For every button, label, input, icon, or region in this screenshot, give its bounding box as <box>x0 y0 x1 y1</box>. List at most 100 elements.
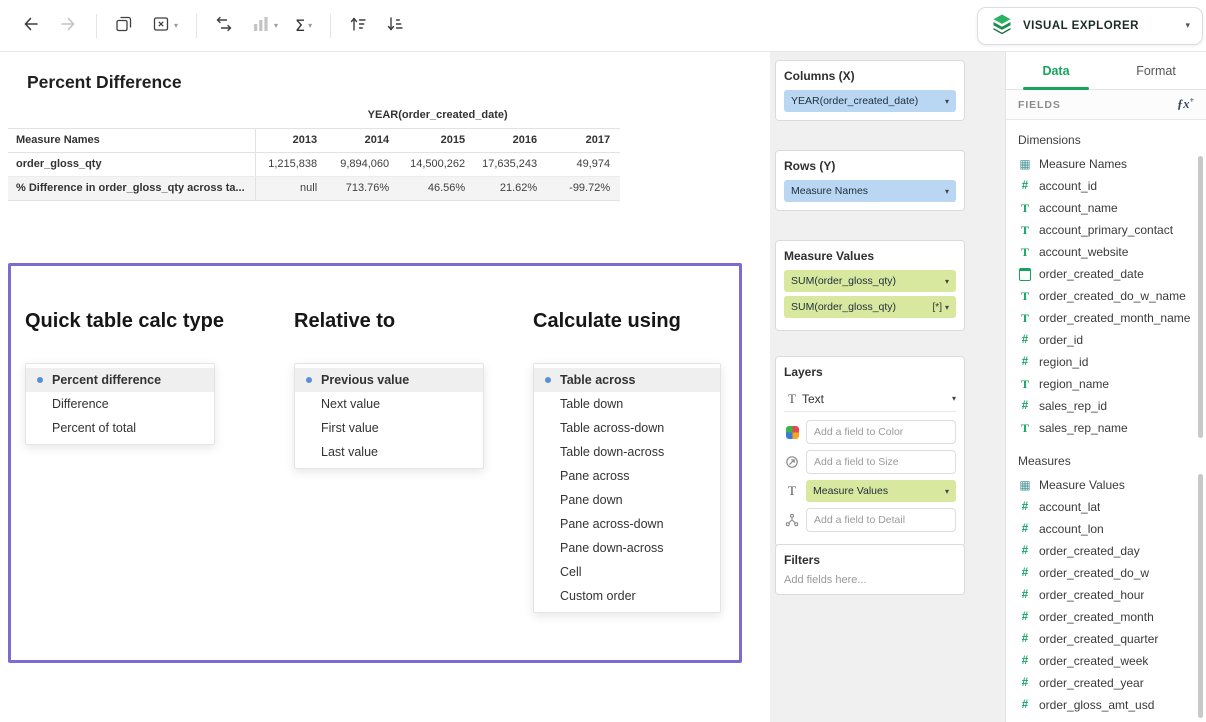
field-name: order_id <box>1039 333 1083 347</box>
size-field-input[interactable] <box>806 450 956 474</box>
menu-item-label: First value <box>321 421 379 435</box>
field-item[interactable]: Measure Values <box>1006 474 1206 496</box>
visual-explorer-button[interactable]: VISUAL EXPLORER ▾ <box>977 7 1203 45</box>
measures-scrollbar-thumb[interactable] <box>1198 474 1203 718</box>
color-field-input[interactable] <box>806 420 956 444</box>
menu-item-label: Table across <box>560 373 636 387</box>
field-item[interactable]: region_id <box>1006 351 1206 373</box>
field-item[interactable]: order_created_date <box>1006 263 1206 285</box>
field-item[interactable]: region_name <box>1006 373 1206 395</box>
field-item[interactable]: order_gloss_amt_usd <box>1006 694 1206 716</box>
field-name: region_name <box>1039 377 1109 391</box>
clear-sheet-button[interactable]: ▾ <box>146 9 183 43</box>
filters-placeholder: Add fields here... <box>784 574 956 586</box>
back-button[interactable] <box>16 9 46 43</box>
table-cell[interactable]: 17,635,243 <box>475 152 547 176</box>
measure-field-pill[interactable]: SUM(order_gloss_qty) ▾ <box>784 270 956 292</box>
field-item[interactable]: sales_rep_id <box>1006 395 1206 417</box>
menu-item[interactable]: Pane down <box>534 488 720 512</box>
row-label[interactable]: order_gloss_qty <box>8 152 255 176</box>
field-item[interactable]: order_created_quarter <box>1006 628 1206 650</box>
menu-item[interactable]: Cell <box>534 560 720 584</box>
field-item[interactable]: account_primary_contact <box>1006 219 1206 241</box>
menu-item[interactable]: Percent of total <box>26 416 214 440</box>
forward-button[interactable] <box>53 9 83 43</box>
field-item[interactable]: order_created_week <box>1006 650 1206 672</box>
tab-data[interactable]: Data <box>1006 52 1106 89</box>
year-header[interactable]: 2015 <box>399 128 475 152</box>
field-item[interactable]: order_id <box>1006 329 1206 351</box>
layers-shelf: Layers T Text ▾ T Measure Values ▾ <box>775 356 965 547</box>
table-cell[interactable]: 21.62% <box>475 176 547 200</box>
year-header[interactable]: 2016 <box>475 128 547 152</box>
dimensions-scrollbar-thumb[interactable] <box>1198 156 1203 438</box>
field-item[interactable]: order_created_do_w_name <box>1006 285 1206 307</box>
field-name: order_gloss_amt_usd <box>1039 698 1154 712</box>
menu-item[interactable]: Table across-down <box>534 416 720 440</box>
sort-descending-button[interactable] <box>380 9 410 43</box>
menu-item[interactable]: Table down <box>534 392 720 416</box>
table-cell[interactable]: 46.56% <box>399 176 475 200</box>
menu-item[interactable]: Last value <box>295 440 483 464</box>
arrow-left-icon <box>21 14 41 37</box>
field-item[interactable]: account_lat <box>1006 496 1206 518</box>
field-item[interactable]: order_created_month <box>1006 606 1206 628</box>
add-calculated-field-button[interactable]: ƒx+ <box>1177 96 1194 112</box>
selected-dot-icon <box>306 377 312 383</box>
field-item[interactable]: account_name <box>1006 197 1206 219</box>
text-icon <box>1018 311 1032 326</box>
field-item[interactable]: order_created_hour <box>1006 584 1206 606</box>
clear-sheet-icon <box>151 14 171 37</box>
swap-axes-button[interactable] <box>209 9 239 43</box>
field-item[interactable]: account_website <box>1006 241 1206 263</box>
year-header[interactable]: 2014 <box>327 128 399 152</box>
measure-field-pill[interactable]: SUM(order_gloss_qty) [*] ▾ <box>784 296 956 318</box>
duplicate-sheet-button[interactable] <box>109 9 139 43</box>
sigma-icon: Σ <box>295 16 305 35</box>
table-cell[interactable]: 49,974 <box>547 152 620 176</box>
table-cell[interactable]: 14,500,262 <box>399 152 475 176</box>
table-cell[interactable]: null <box>255 176 327 200</box>
menu-item[interactable]: Pane across <box>534 464 720 488</box>
field-item[interactable]: account_id <box>1006 175 1206 197</box>
field-item[interactable]: order_created_do_w <box>1006 562 1206 584</box>
shelf-panel: Columns (X) YEAR(order_created_date) ▾ R… <box>770 52 1005 722</box>
year-header[interactable]: 2013 <box>255 128 327 152</box>
menu-item[interactable]: Custom order <box>534 584 720 608</box>
rows-field-pill[interactable]: Measure Names ▾ <box>784 180 956 202</box>
menu-item[interactable]: First value <box>295 416 483 440</box>
aggregation-button[interactable]: Σ ▾ <box>290 9 317 43</box>
tab-format[interactable]: Format <box>1106 52 1206 89</box>
sort-ascending-button[interactable] <box>343 9 373 43</box>
menu-item[interactable]: Table across <box>534 368 720 392</box>
field-name: order_created_month_name <box>1039 311 1190 325</box>
columns-field-pill[interactable]: YEAR(order_created_date) ▾ <box>784 90 956 112</box>
detail-field-input[interactable] <box>806 508 956 532</box>
text-field-pill[interactable]: Measure Values ▾ <box>806 480 956 502</box>
menu-item[interactable]: Pane across-down <box>534 512 720 536</box>
field-item[interactable]: account_lon <box>1006 518 1206 540</box>
layers-label: Layers <box>784 365 956 379</box>
table-cell[interactable]: 9,894,060 <box>327 152 399 176</box>
field-item[interactable]: order_created_year <box>1006 672 1206 694</box>
field-item[interactable]: order_created_day <box>1006 540 1206 562</box>
table-cell[interactable]: -99.72% <box>547 176 620 200</box>
year-header[interactable]: 2017 <box>547 128 620 152</box>
field-item[interactable]: Measure Names <box>1006 153 1206 175</box>
menu-item-label: Percent of total <box>52 421 136 435</box>
number-icon <box>1018 180 1032 192</box>
menu-item[interactable]: Next value <box>295 392 483 416</box>
layer-type-selector[interactable]: T Text ▾ <box>784 386 956 412</box>
menu-item[interactable]: Previous value <box>295 368 483 392</box>
menu-item[interactable]: Difference <box>26 392 214 416</box>
field-item[interactable]: sales_rep_name <box>1006 417 1206 439</box>
menu-item[interactable]: Table down-across <box>534 440 720 464</box>
row-label[interactable]: % Difference in order_gloss_qty across t… <box>8 176 255 200</box>
menu-item[interactable]: Percent difference <box>26 368 214 392</box>
field-item[interactable]: order_created_month_name <box>1006 307 1206 329</box>
table-cell[interactable]: 713.76% <box>327 176 399 200</box>
chart-type-button[interactable]: ▾ <box>246 9 283 43</box>
menu-item[interactable]: Pane down-across <box>534 536 720 560</box>
table-cell[interactable]: 1,215,838 <box>255 152 327 176</box>
menu-item-label: Percent difference <box>52 373 161 387</box>
